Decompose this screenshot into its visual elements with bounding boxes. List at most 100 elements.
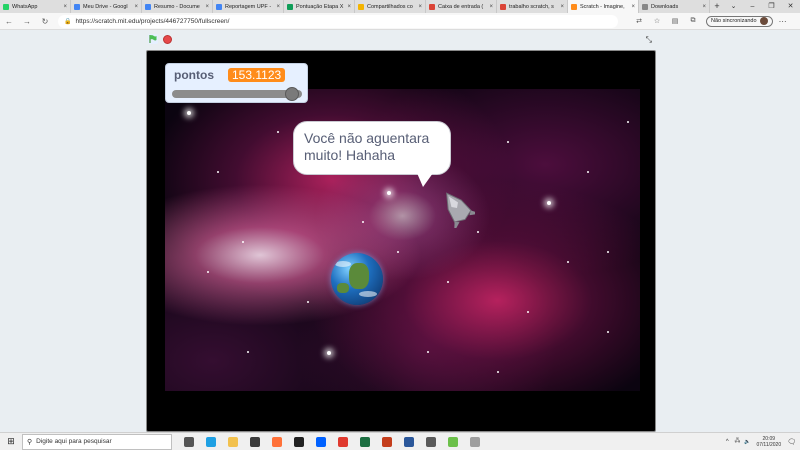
clock-date: 07/11/2020 (756, 442, 782, 448)
variable-name: pontos (174, 68, 214, 82)
more-menu-icon[interactable]: ⋯ (779, 17, 787, 26)
spaceship-sprite[interactable] (439, 188, 475, 228)
star (527, 311, 529, 313)
tray-overflow-icon[interactable]: ^ (726, 439, 729, 445)
excel-taskbar-icon[interactable] (355, 435, 375, 449)
system-tray: ^ 🖧 🔈 20:09 07/11/2020 🗨 (726, 433, 796, 450)
url-field[interactable]: 🔒 https://scratch.mit.edu/projects/44672… (58, 14, 618, 28)
extensions-icon[interactable]: ⧉ (684, 17, 702, 25)
scratch-player: ⤡ pontos 153.1123 Você não aguentara mui… (0, 30, 800, 432)
browser-tab[interactable]: Meu Drive - Googl × (71, 0, 142, 13)
tab-favicon-icon (500, 3, 506, 10)
tab-title: WhatsApp (12, 3, 38, 10)
star (497, 371, 499, 373)
translate-icon[interactable]: ⇄ (630, 17, 648, 25)
tab-favicon-icon (3, 3, 9, 10)
clock[interactable]: 20:09 07/11/2020 (756, 436, 781, 448)
tab-close-icon[interactable]: × (205, 4, 209, 10)
close-window-icon[interactable]: ✕ (781, 0, 800, 13)
tab-close-icon[interactable]: × (418, 4, 422, 10)
browser-tab[interactable]: Resumo - Docume × (142, 0, 213, 13)
tab-close-icon[interactable]: × (631, 4, 635, 10)
maximize-icon[interactable]: ❐ (762, 0, 781, 13)
volume-icon[interactable]: 🔈 (744, 439, 750, 445)
variable-value: 153.1123 (228, 68, 286, 82)
notifications-icon[interactable]: 🗨 (787, 438, 796, 446)
earth-cloud (359, 291, 377, 297)
tab-favicon-icon (358, 3, 364, 10)
browser-tab[interactable]: WhatsApp × (0, 0, 71, 13)
green-app-taskbar-icon[interactable] (443, 435, 463, 449)
exit-fullscreen-icon[interactable]: ⤡ (646, 35, 652, 45)
star (307, 301, 309, 303)
earth-cloud (335, 261, 351, 267)
explorer-taskbar-icon[interactable] (223, 435, 243, 449)
star (607, 251, 609, 253)
photos-taskbar-icon[interactable] (421, 435, 441, 449)
firefox-taskbar-icon[interactable] (267, 435, 287, 449)
variable-slider[interactable] (172, 87, 302, 101)
stop-icon[interactable] (163, 35, 172, 44)
search-placeholder: Digite aqui para pesquisar (36, 438, 112, 445)
edge-taskbar-icon[interactable] (201, 435, 221, 449)
task-view-taskbar-icon[interactable] (179, 435, 199, 449)
star (387, 191, 391, 195)
earth-sprite[interactable] (331, 253, 383, 305)
new-tab-button[interactable]: + (710, 0, 724, 13)
red-app-taskbar-icon[interactable] (333, 435, 353, 449)
browser-tab[interactable]: Caixa de entrada ( × (426, 0, 497, 13)
address-bar: ← → ↻ 🔒 https://scratch.mit.edu/projects… (0, 13, 800, 30)
player-controls: ⤡ (146, 33, 656, 47)
tab-close-icon[interactable]: × (347, 4, 351, 10)
browser-tab[interactable]: Downloads × (639, 0, 710, 13)
back-icon[interactable]: ← (0, 17, 18, 26)
tab-favicon-icon (74, 3, 80, 10)
forward-icon[interactable]: → (18, 17, 36, 26)
star (547, 201, 551, 205)
taskbar-search-box[interactable]: ⚲ Digite aqui para pesquisar (22, 433, 172, 450)
tab-close-icon[interactable]: × (702, 4, 706, 10)
network-icon[interactable]: 🖧 (735, 438, 741, 446)
lock-icon: 🔒 (64, 18, 72, 25)
tab-close-icon[interactable]: × (134, 4, 138, 10)
tab-close-icon[interactable]: × (276, 4, 280, 10)
tab-close-icon[interactable]: × (489, 4, 493, 10)
app-gray-taskbar-icon[interactable] (465, 435, 485, 449)
collections-icon[interactable]: ▤ (666, 17, 684, 25)
tab-title: trabalho scratch, s (509, 3, 554, 10)
star (242, 241, 244, 243)
url-text: https://scratch.mit.edu/projects/4467277… (75, 17, 230, 25)
earth-land (349, 263, 369, 289)
star (507, 141, 509, 143)
store-taskbar-icon[interactable] (245, 435, 265, 449)
variable-monitor: pontos 153.1123 (165, 63, 308, 103)
browser-tab[interactable]: Reportagem UPF - × (213, 0, 284, 13)
tab-close-icon[interactable]: × (560, 4, 564, 10)
powerpoint-taskbar-icon[interactable] (377, 435, 397, 449)
reload-icon[interactable]: ↻ (36, 17, 54, 26)
chevron-down-icon[interactable]: ⌄ (724, 0, 743, 13)
browser-tab[interactable]: Scratch - Imagine, × (568, 0, 639, 13)
tab-favicon-icon (429, 3, 435, 10)
browser-tab[interactable]: Pontuação Etapa X × (284, 0, 355, 13)
browser-tab[interactable]: trabalho scratch, s × (497, 0, 568, 13)
tab-title: Scratch - Imagine, (580, 3, 625, 10)
tab-favicon-icon (642, 3, 648, 10)
minimize-icon[interactable]: – (743, 0, 762, 13)
star (427, 351, 429, 353)
tab-favicon-icon (145, 3, 151, 10)
word-taskbar-icon[interactable] (399, 435, 419, 449)
browser-tab[interactable]: Compartilhados co × (355, 0, 426, 13)
tab-title: Resumo - Docume (154, 3, 200, 10)
taskbar-apps (178, 435, 486, 449)
tab-close-icon[interactable]: × (63, 4, 67, 10)
profile-sync-button[interactable]: Não sincronizando (706, 15, 773, 27)
dropbox-taskbar-icon[interactable] (311, 435, 331, 449)
stage[interactable]: pontos 153.1123 Você não aguentara muito… (146, 50, 656, 432)
tab-title: Caixa de entrada ( (438, 3, 484, 10)
green-flag-icon[interactable] (148, 34, 158, 44)
windows-start-icon[interactable]: ⊞ (0, 436, 22, 447)
favorite-star-icon[interactable]: ☆ (648, 17, 666, 25)
slider-knob[interactable] (284, 87, 299, 101)
app-dark-taskbar-icon[interactable] (289, 435, 309, 449)
